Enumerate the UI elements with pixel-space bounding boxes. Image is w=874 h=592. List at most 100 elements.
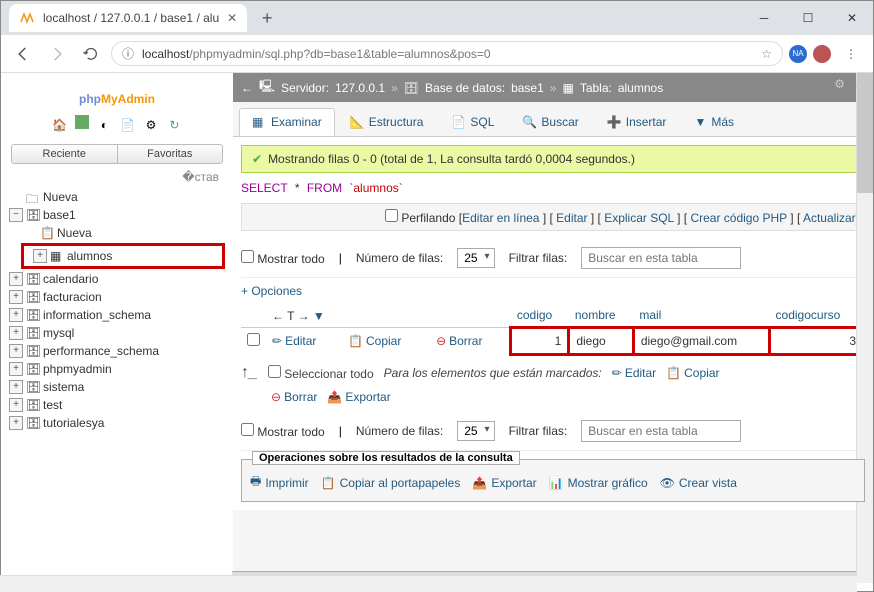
showall-checkbox[interactable] <box>241 250 254 263</box>
tab-sql[interactable]: 📄SQL <box>438 108 507 136</box>
collapse-icon[interactable]: ⤢ <box>855 77 865 92</box>
tree-db-base1[interactable]: −🗄base1 <box>9 206 225 224</box>
tree-new-table[interactable]: 📋Nueva <box>9 224 225 242</box>
gear-icon[interactable]: ⚙ <box>834 77 845 91</box>
tree-db[interactable]: +🗄facturacion <box>9 288 225 306</box>
url-bar[interactable]: ⓘ localhost/phpmyadmin/sql.php?db=base1&… <box>111 41 783 66</box>
logout-icon[interactable] <box>75 115 89 129</box>
forward-button[interactable] <box>43 40 71 68</box>
create-php-link[interactable]: Crear código PHP <box>690 211 787 225</box>
tree-db[interactable]: +🗄sistema <box>9 378 225 396</box>
docs-icon[interactable]: 📄 <box>120 118 136 134</box>
explain-link[interactable]: Explicar SQL <box>604 211 674 225</box>
print-link[interactable]: 🖶Imprimir <box>250 472 309 493</box>
tab-favorites[interactable]: Favoritas <box>117 145 223 163</box>
edit-row[interactable]: ✏Editar <box>272 334 316 348</box>
info-icon[interactable]: ⓘ <box>122 45 134 62</box>
cell-codigo[interactable]: 1 <box>511 328 569 355</box>
clipboard-link[interactable]: 📋Copiar al portapapeles <box>321 472 461 493</box>
profiling-checkbox[interactable] <box>385 209 398 222</box>
options-toggle[interactable]: + Opciones <box>241 278 865 304</box>
refresh-link[interactable]: Actualizar <box>803 211 856 225</box>
crumb-table[interactable]: alumnos <box>618 81 663 95</box>
menu-button[interactable]: ⋮ <box>837 40 865 68</box>
cell-mail[interactable]: diego@gmail.com <box>633 328 769 355</box>
bulk-copy[interactable]: 📋Copiar <box>666 366 719 380</box>
vertical-scrollbar[interactable] <box>856 73 873 583</box>
db-icon: 🗄 <box>26 416 40 430</box>
reload-button[interactable] <box>77 40 105 68</box>
create-view-link[interactable]: 👁Crear vista <box>660 472 737 493</box>
copy-row[interactable]: 📋Copiar <box>348 334 401 348</box>
collapse-icon[interactable]: − <box>9 208 23 222</box>
new-tab-button[interactable]: + <box>253 4 281 32</box>
col-mail[interactable]: mail <box>633 304 769 328</box>
col-codigocurso[interactable]: codigocurso <box>770 304 864 328</box>
expand-icon[interactable]: + <box>33 249 47 263</box>
row-checkbox[interactable] <box>247 333 260 346</box>
col-nombre[interactable]: nombre <box>569 304 634 328</box>
db-icon: 🗄 <box>404 81 419 95</box>
table-icon: ▦ <box>562 81 573 95</box>
copy-icon: 📋 <box>348 334 363 348</box>
col-codigo[interactable]: codigo <box>511 304 569 328</box>
showall-checkbox[interactable] <box>241 423 254 436</box>
tree-db[interactable]: +🗄information_schema <box>9 306 225 324</box>
tree-new[interactable]: 🗀Nueva <box>9 188 225 206</box>
selectall-checkbox[interactable] <box>268 365 281 378</box>
pma-logo[interactable]: phpMyAdmin <box>5 79 229 113</box>
delete-row[interactable]: ⊖Borrar <box>436 334 482 348</box>
crumb-db[interactable]: base1 <box>511 81 544 95</box>
arrow-up-icon: ↑_ <box>241 364 258 382</box>
edit-link[interactable]: Editar <box>556 211 587 225</box>
export-icon: 📤 <box>472 476 487 490</box>
close-tab-icon[interactable]: ✕ <box>227 11 237 25</box>
rows-select[interactable]: 25 <box>457 248 494 268</box>
tab-search[interactable]: 🔍Buscar <box>509 108 591 136</box>
results-table: ← T → ▼ codigo nombre mail codigocurso ✏… <box>241 304 865 356</box>
tab-structure[interactable]: 📐Estructura <box>337 108 437 136</box>
profile-avatar[interactable] <box>813 45 831 63</box>
settings-icon[interactable]: ⚙ <box>143 118 159 134</box>
browser-tab[interactable]: localhost / 127.0.0.1 / base1 / alu ✕ <box>9 4 247 32</box>
rows-select[interactable]: 25 <box>457 421 494 441</box>
bulk-delete[interactable]: ⊖Borrar <box>271 390 317 404</box>
sort-icon[interactable]: ▼ <box>313 309 325 323</box>
chart-link[interactable]: 📊Mostrar gráfico <box>549 472 648 493</box>
sql-icon[interactable]: ◐ <box>96 118 112 134</box>
table-row: ✏Editar 📋Copiar ⊖Borrar 1 diego diego@gm… <box>241 328 864 355</box>
bulk-export[interactable]: 📤Exportar <box>327 390 390 404</box>
tree-table-alumnos[interactable]: +▦alumnos <box>25 247 221 265</box>
cell-codigocurso[interactable]: 3 <box>770 328 864 355</box>
export-link[interactable]: 📤Exportar <box>472 472 536 493</box>
filter-input[interactable] <box>581 247 741 269</box>
url-host: localhost <box>142 47 189 61</box>
tree-db[interactable]: +🗄tutorialesya <box>9 414 225 432</box>
crumb-server[interactable]: 127.0.0.1 <box>335 81 385 95</box>
cell-nombre[interactable]: diego <box>569 328 634 355</box>
tree-db[interactable]: +🗄phpmyadmin <box>9 360 225 378</box>
tab-insert[interactable]: ➕Insertar <box>594 108 680 136</box>
extension-icon[interactable]: NA <box>789 45 807 63</box>
reload-icon[interactable]: ↻ <box>166 118 182 134</box>
maximize-button[interactable]: ☐ <box>786 4 830 32</box>
star-icon[interactable]: ☆ <box>761 47 772 61</box>
tree-db[interactable]: +🗄test <box>9 396 225 414</box>
bulk-edit[interactable]: ✏Editar <box>612 366 656 380</box>
close-button[interactable]: ✕ <box>830 4 874 32</box>
tree-db[interactable]: +🗄performance_schema <box>9 342 225 360</box>
tree-db[interactable]: +🗄mysql <box>9 324 225 342</box>
structure-icon: 📐 <box>350 115 364 129</box>
back-button[interactable] <box>9 40 37 68</box>
tab-recent[interactable]: Reciente <box>12 145 117 163</box>
minimize-button[interactable]: ─ <box>742 4 786 32</box>
tab-browse[interactable]: ▦Examinar <box>239 108 335 136</box>
filter-input[interactable] <box>581 420 741 442</box>
tab-more[interactable]: ▼Más <box>681 108 747 136</box>
left-arrow-icon[interactable]: ← <box>241 81 253 95</box>
home-icon[interactable]: 🏠 <box>52 118 68 134</box>
horizontal-scrollbar[interactable] <box>0 575 857 592</box>
link-icon[interactable]: �став <box>5 168 229 186</box>
edit-inline-link[interactable]: Editar en línea <box>462 211 539 225</box>
tree-db[interactable]: +🗄calendario <box>9 270 225 288</box>
